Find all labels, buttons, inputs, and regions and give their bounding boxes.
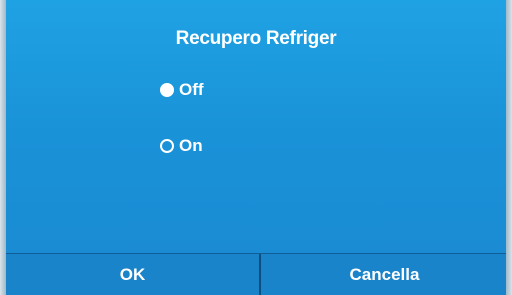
- page-title: Recupero Refriger: [175, 28, 337, 49]
- ok-button[interactable]: OK: [6, 254, 261, 295]
- device-screen: Recupero Refriger Off On OK Cancella: [0, 0, 512, 295]
- radio-unselected-icon: [160, 139, 174, 153]
- radio-selected-icon: [160, 83, 174, 97]
- option-on[interactable]: On: [160, 136, 203, 156]
- cancel-button[interactable]: Cancella: [263, 254, 506, 295]
- option-off[interactable]: Off: [160, 80, 204, 100]
- option-off-label: Off: [179, 80, 204, 99]
- screen-frame-right: [506, 0, 512, 295]
- bottom-button-bar: OK Cancella: [0, 253, 512, 295]
- screen-frame-left: [0, 0, 6, 295]
- option-on-label: On: [179, 136, 203, 155]
